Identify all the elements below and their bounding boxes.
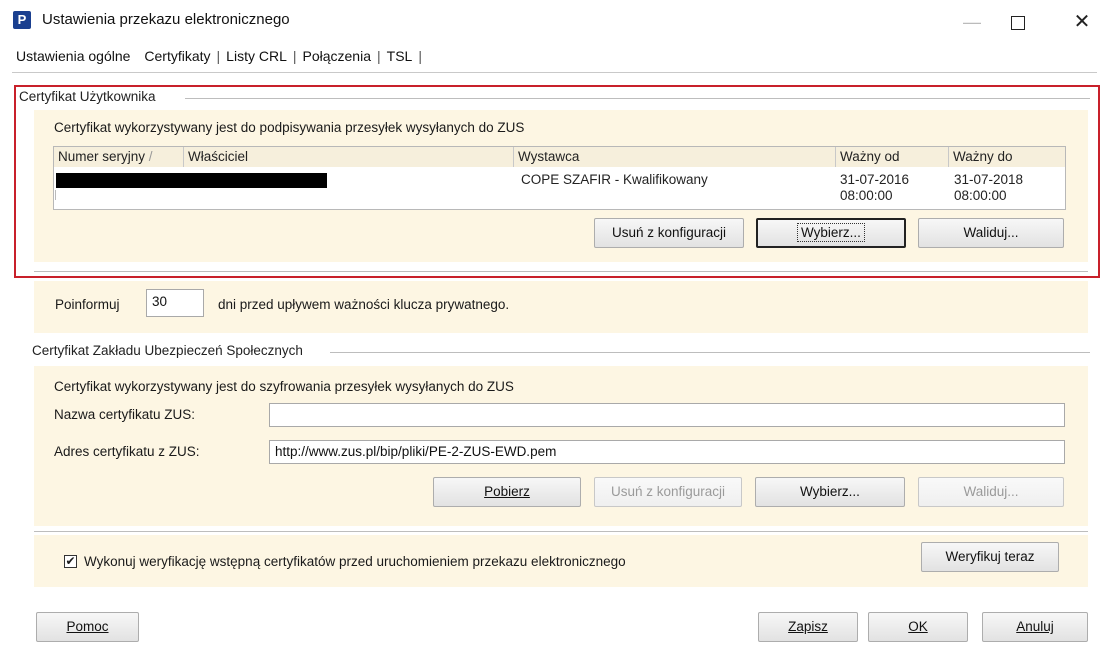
zus-cert-description: Certyfikat wykorzystywany jest do szyfro… [54, 379, 514, 394]
notify-prefix: Poinformuj [55, 297, 120, 312]
zus-validate-button[interactable]: Waliduj... [918, 477, 1064, 507]
zus-name-input[interactable] [269, 403, 1065, 427]
group-divider [34, 531, 1088, 532]
verify-label: Wykonuj weryfikację wstępną certyfikatów… [84, 554, 626, 569]
ok-label: OK [908, 619, 928, 634]
save-label: Zapisz [788, 619, 828, 634]
ok-button[interactable]: OK [868, 612, 968, 642]
highlight-frame [14, 85, 1100, 278]
cancel-label: Anuluj [1016, 619, 1054, 634]
tab-crl-label: Listy CRL [226, 48, 287, 64]
zus-address-input[interactable]: http://www.zus.pl/bip/pliki/PE-2-ZUS-EWD… [269, 440, 1065, 464]
tab-separator: | [292, 48, 297, 64]
tab-certificates-label: Certyfikaty [144, 48, 211, 64]
tab-separator: | [216, 48, 221, 64]
tab-tsl[interactable]: TSL [383, 48, 417, 64]
tab-underline [12, 72, 1097, 73]
zus-cert-group-label: Certyfikat Zakładu Ubezpieczeń Społeczny… [32, 343, 303, 358]
tab-tsl-label: TSL [386, 48, 413, 64]
help-label: Pomoc [66, 619, 109, 634]
zus-download-button[interactable]: Pobierz [433, 477, 581, 507]
save-button[interactable]: Zapisz [758, 612, 858, 642]
tab-bar: Ustawienia ogólne Certyfikaty | Listy CRL | P… [12, 48, 424, 72]
app-icon: P [13, 11, 31, 29]
verify-checkbox[interactable]: ✔ [64, 555, 77, 568]
group-divider [330, 352, 1090, 353]
zus-download-label: Pobierz [484, 484, 530, 499]
zus-name-label: Nazwa certyfikatu ZUS: [54, 407, 196, 422]
window-title: Ustawienia przekazu elektronicznego [42, 11, 290, 28]
minimize-button[interactable]: — [949, 6, 995, 38]
help-button[interactable]: Pomoc [36, 612, 139, 642]
zus-address-label: Adres certyfikatu z ZUS: [54, 444, 200, 459]
tab-crl[interactable]: Listy CRL [222, 48, 291, 64]
tab-connections-label: Połączenia [302, 48, 372, 64]
tab-certificates[interactable]: Certyfikaty [140, 48, 214, 64]
notify-suffix: dni przed upływem ważności klucza prywat… [218, 297, 510, 312]
tab-separator: | [377, 48, 381, 64]
maximize-button[interactable] [995, 6, 1041, 38]
close-button[interactable]: ✕ [1059, 6, 1105, 38]
verify-now-button[interactable]: Weryfikuj teraz [921, 542, 1059, 572]
zus-remove-button[interactable]: Usuń z konfiguracji [594, 477, 742, 507]
zus-choose-button[interactable]: Wybierz... [755, 477, 905, 507]
cancel-button[interactable]: Anuluj [982, 612, 1088, 642]
tab-separator: | [418, 48, 422, 64]
tab-connections[interactable]: Połączenia [299, 48, 376, 64]
notify-days-input[interactable]: 30 [146, 289, 204, 317]
maximize-icon [1011, 16, 1025, 31]
tab-general[interactable]: Ustawienia ogólne [12, 48, 134, 64]
tab-general-label: Ustawienia ogólne [16, 48, 131, 64]
